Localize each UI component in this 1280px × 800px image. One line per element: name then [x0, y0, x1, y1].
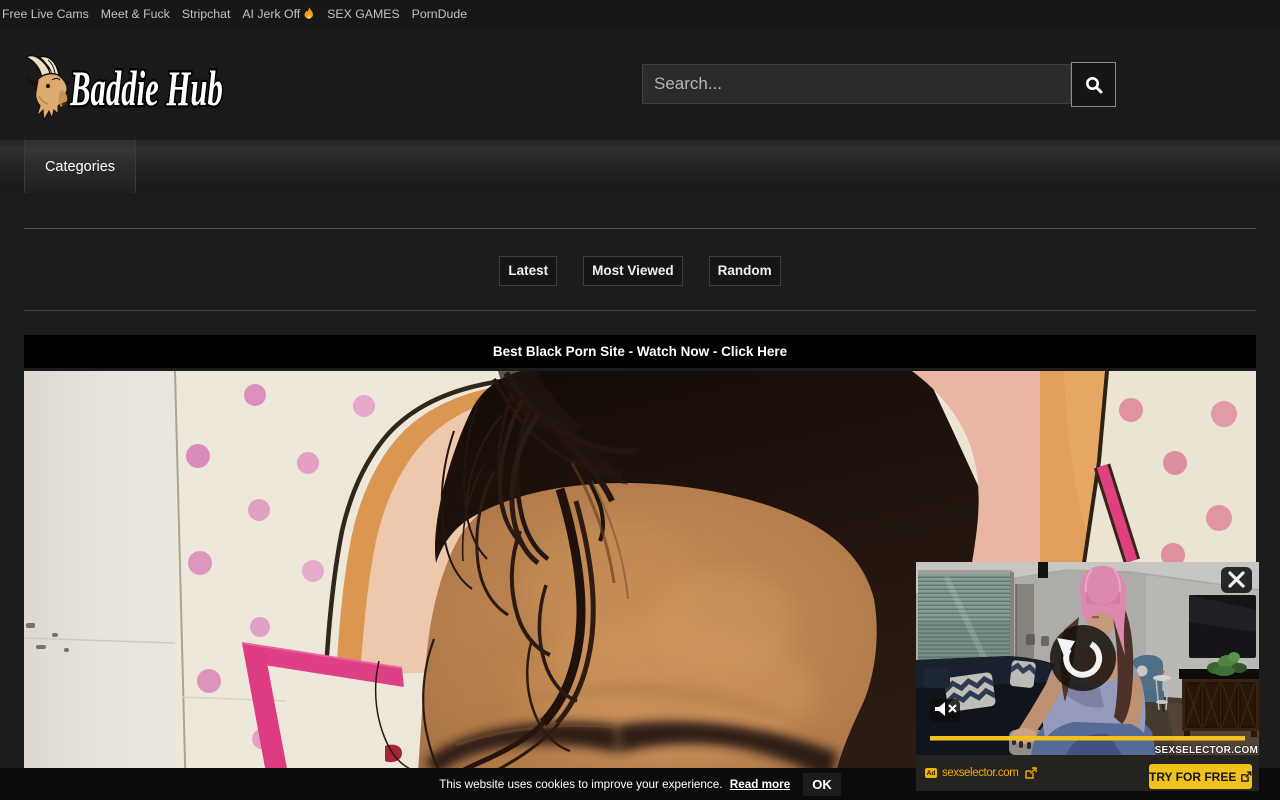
svg-text:SEXSELECTOR.COM: SEXSELECTOR.COM [1155, 745, 1258, 755]
svg-text:Baddie Hub: Baddie Hub [69, 60, 223, 115]
